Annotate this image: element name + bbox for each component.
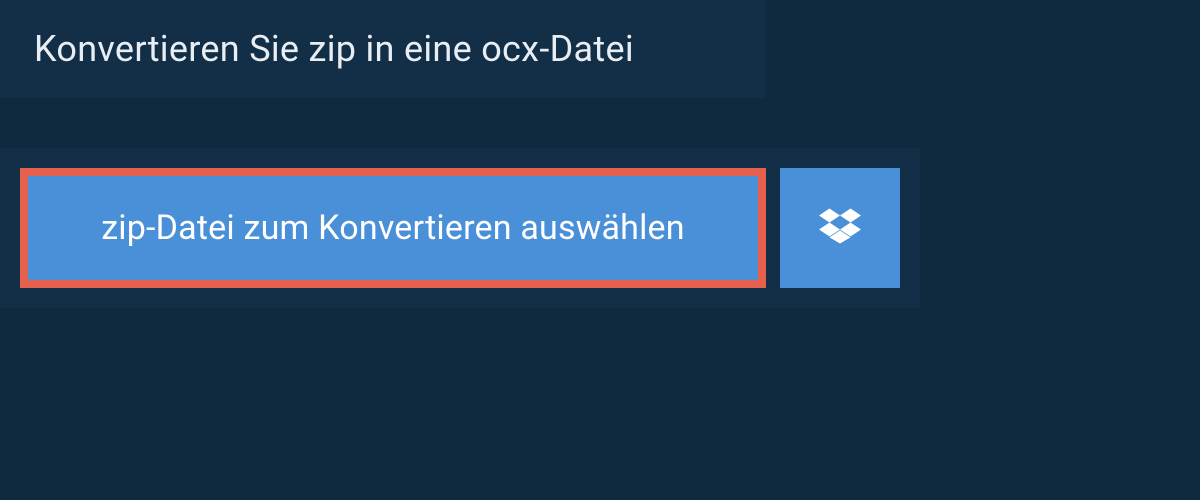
select-file-label: zip-Datei zum Konvertieren auswählen [101,208,685,248]
dropbox-button[interactable] [780,168,900,288]
dropbox-icon [819,205,861,251]
page-title: Konvertieren Sie zip in eine ocx-Datei [34,28,731,70]
header-bar: Konvertieren Sie zip in eine ocx-Datei [0,0,765,98]
button-container: zip-Datei zum Konvertieren auswählen [0,148,920,308]
select-file-button[interactable]: zip-Datei zum Konvertieren auswählen [20,168,766,288]
